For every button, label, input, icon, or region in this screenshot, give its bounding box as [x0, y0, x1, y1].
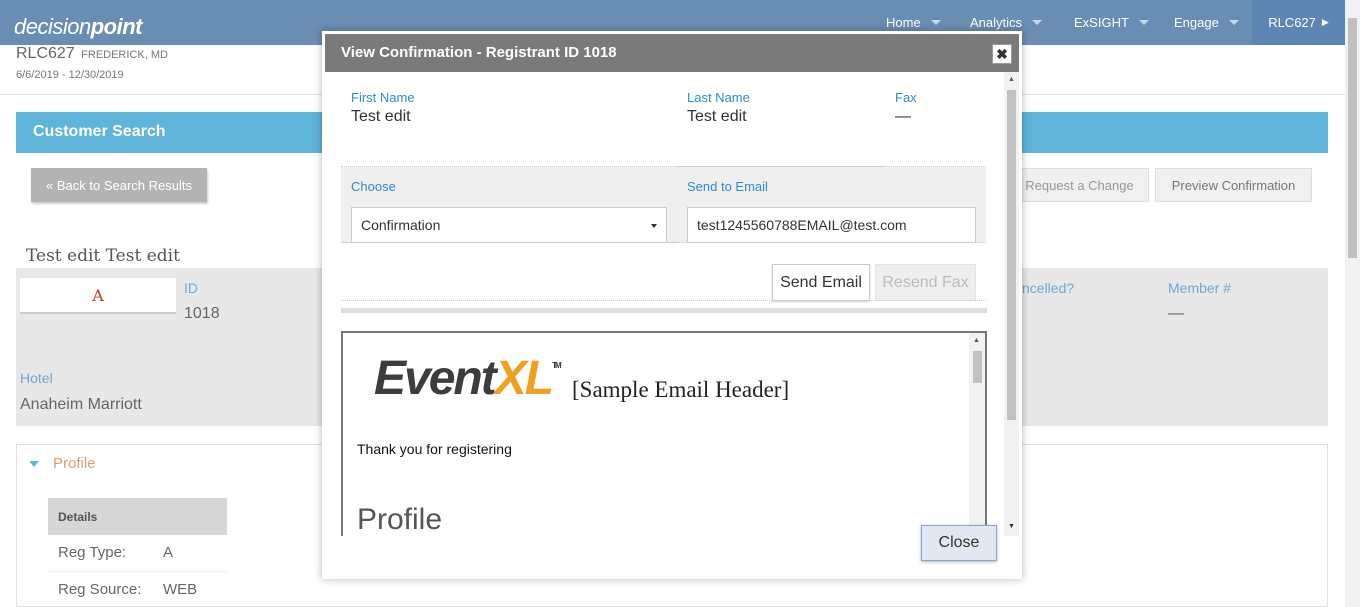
- details-row-reg-source: Reg Source: WEB: [48, 572, 227, 607]
- sample-email-header: [Sample Email Header]: [572, 377, 790, 402]
- back-to-search-results-button[interactable]: « Back to Search Results: [31, 168, 207, 202]
- eventxl-logo-xl: XL: [494, 352, 554, 405]
- first-name-label: First Name: [351, 90, 415, 105]
- id-label: ID: [184, 280, 198, 296]
- preview-scrollbar-thumb[interactable]: [973, 351, 982, 383]
- send-email-button[interactable]: Send Email: [772, 264, 870, 301]
- modal-scrollbar[interactable]: ▲ ▼: [1004, 72, 1019, 536]
- nav-engage[interactable]: Engage: [1174, 0, 1239, 45]
- hotel-label: Hotel: [20, 370, 53, 386]
- reg-source-label: Reg Source:: [58, 581, 142, 598]
- nav-exsight[interactable]: ExSIGHT: [1074, 0, 1149, 45]
- modal-header: View Confirmation - Registrant ID 1018 ✖: [322, 31, 1022, 72]
- close-icon[interactable]: ✖: [992, 44, 1012, 64]
- preview-confirmation-button[interactable]: Preview Confirmation: [1155, 168, 1312, 202]
- scroll-up-arrow-icon[interactable]: ▲: [973, 337, 980, 344]
- modal-title: View Confirmation - Registrant ID 1018: [341, 44, 617, 61]
- modal-scrollbar-thumb[interactable]: [1007, 90, 1016, 420]
- view-confirmation-modal: View Confirmation - Registrant ID 1018 ✖…: [322, 31, 1022, 579]
- preview-scrollbar[interactable]: ▲: [969, 333, 985, 536]
- request-change-button[interactable]: Request a Change: [1010, 168, 1149, 202]
- hotel-value: Anaheim Marriott: [20, 396, 142, 413]
- caret-down-icon: [29, 461, 39, 467]
- resend-fax-button[interactable]: Resend Fax: [875, 264, 976, 301]
- id-value: 1018: [184, 305, 220, 322]
- nav-event-code-label: RLC627: [1268, 15, 1316, 30]
- last-name-value: Test edit: [687, 108, 747, 125]
- eventxl-logo: EventXLTM: [374, 351, 562, 406]
- chevron-down-icon: [1032, 20, 1043, 25]
- send-to-email-input[interactable]: test1245560788EMAIL@test.com: [687, 207, 976, 243]
- scroll-down-arrow-icon[interactable]: ▼: [1008, 523, 1015, 530]
- reg-type-label: Reg Type:: [58, 544, 127, 561]
- event-location: FREDERICK, MD: [81, 49, 168, 61]
- preview-divider: [341, 308, 987, 313]
- trademark-mark: TM: [552, 361, 561, 370]
- nav-analytics-label: Analytics: [970, 15, 1023, 30]
- member-number-label: Member #: [1168, 280, 1232, 296]
- nav-exsight-label: ExSIGHT: [1074, 15, 1129, 30]
- dropdown-arrow-icon: [651, 224, 657, 228]
- first-name-value: Test edit: [351, 108, 411, 125]
- event-dates: 6/6/2019 - 12/30/2019: [16, 69, 124, 81]
- nav-event-code[interactable]: RLC627 ▶: [1252, 0, 1345, 45]
- logo-text-part2: point: [90, 14, 143, 39]
- chevron-right-icon: ▶: [1321, 17, 1329, 27]
- registrant-name: Test edit Test edit: [26, 246, 180, 266]
- member-number-value: —: [1168, 305, 1184, 322]
- send-to-email-label: Send to Email: [687, 179, 768, 194]
- page-scrollbar-thumb[interactable]: [1348, 18, 1357, 258]
- choose-label: Choose: [351, 179, 396, 194]
- event-code: RLC627 FREDERICK, MD: [16, 45, 168, 63]
- email-preview-frame[interactable]: EventXLTM [Sample Email Header] Thank yo…: [341, 331, 987, 536]
- details-row-reg-type: Reg Type: A: [48, 535, 227, 572]
- page-scrollbar[interactable]: [1345, 0, 1360, 607]
- close-button[interactable]: Close: [921, 525, 997, 561]
- chevron-down-icon: [1228, 20, 1239, 25]
- last-name-label: Last Name: [687, 90, 750, 105]
- nav-home-label: Home: [886, 15, 921, 30]
- confirmation-type-value: Confirmation: [361, 217, 441, 233]
- details-header: Details: [48, 498, 227, 535]
- scroll-up-arrow-icon[interactable]: ▲: [1008, 76, 1015, 83]
- event-code-text: RLC627: [16, 45, 75, 62]
- preview-profile-heading: Profile: [357, 503, 443, 536]
- avatar: A: [20, 278, 176, 314]
- fax-value: —: [895, 108, 911, 125]
- actions-divider: [341, 300, 986, 301]
- chevron-down-icon: [1138, 20, 1149, 25]
- decisionpoint-logo[interactable]: decisionpoint: [14, 14, 142, 40]
- thank-you-text: Thank you for registering: [357, 441, 512, 457]
- reg-type-value: A: [163, 544, 174, 561]
- confirmation-type-select[interactable]: Confirmation: [351, 207, 667, 243]
- cancelled-label: ncelled?: [1022, 280, 1075, 296]
- event-header: RLC627 FREDERICK, MD 6/6/2019 - 12/30/20…: [16, 45, 168, 81]
- reg-source-value: WEB: [163, 581, 198, 598]
- chevron-down-icon: [930, 20, 941, 25]
- modal-body: First Name Test edit Last Name Test edit…: [322, 72, 1006, 536]
- logo-text-part1: decision: [14, 14, 91, 39]
- profile-section-title: Profile: [53, 455, 96, 472]
- eventxl-logo-event: Event: [374, 352, 497, 405]
- nav-engage-label: Engage: [1174, 15, 1219, 30]
- fax-label: Fax: [895, 90, 917, 105]
